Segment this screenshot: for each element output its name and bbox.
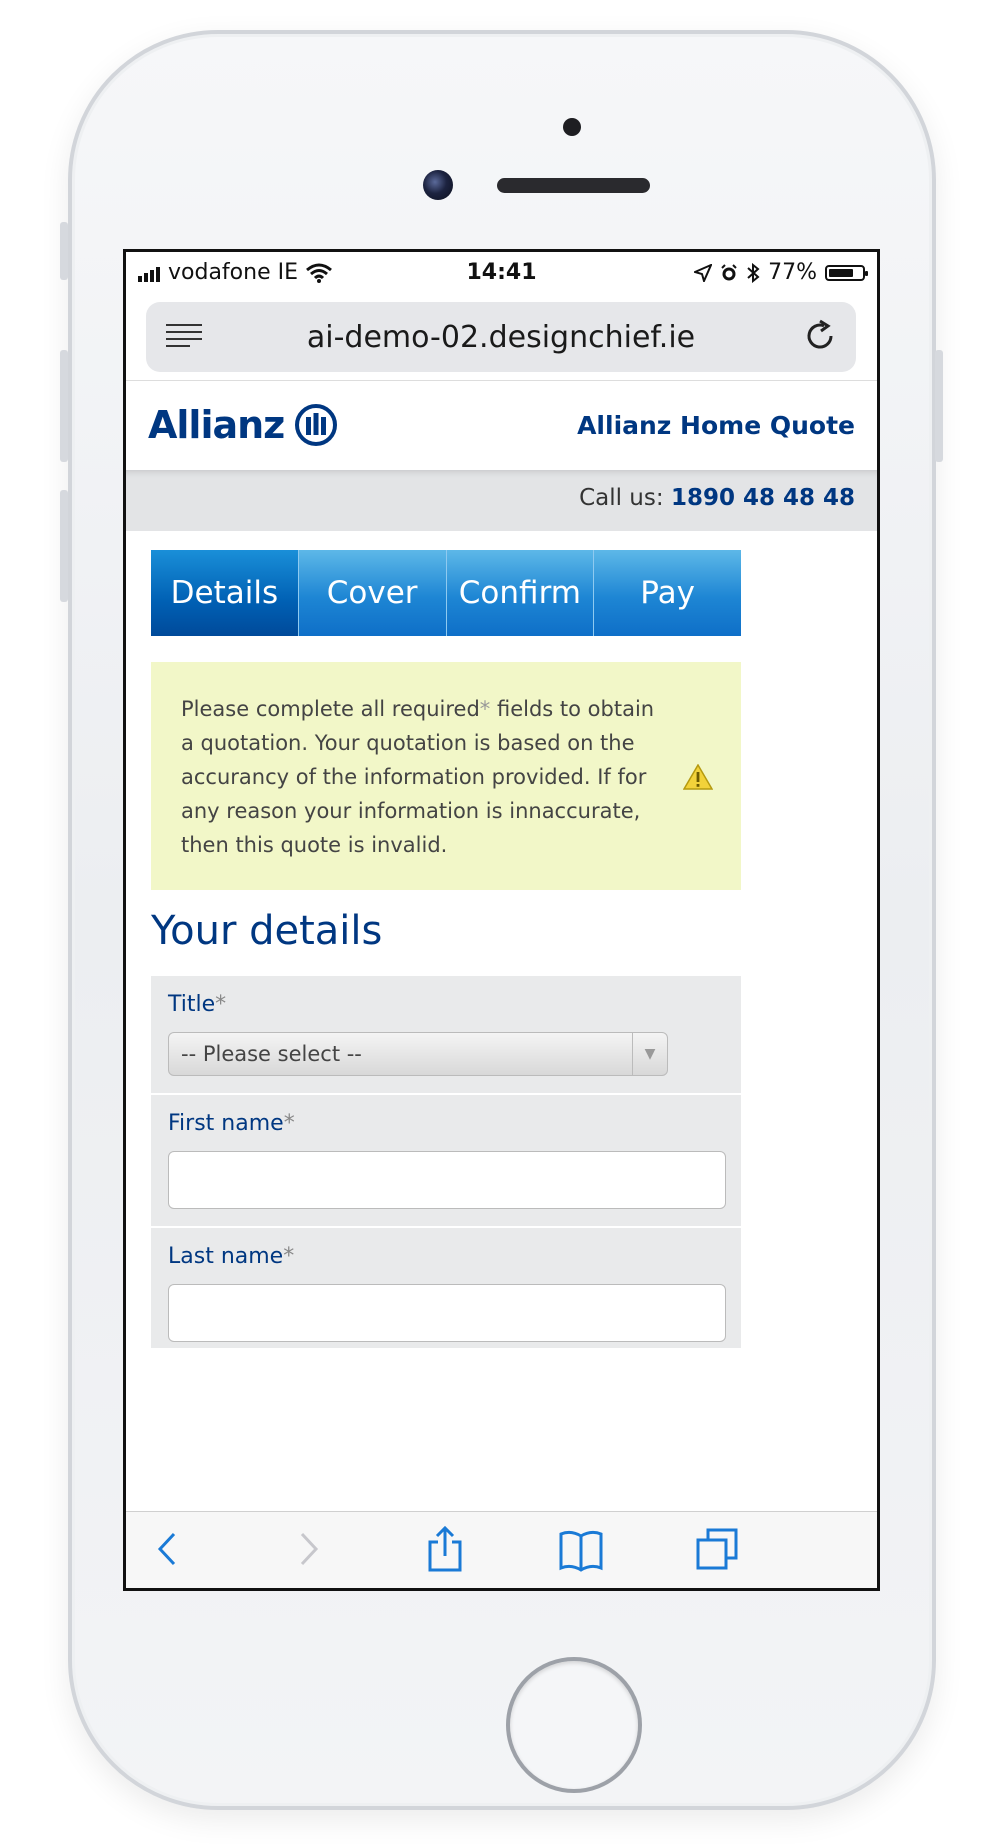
title-select-value: -- Please select -- xyxy=(181,1042,362,1066)
tab-confirm[interactable]: Confirm xyxy=(445,550,594,636)
call-label: Call us: xyxy=(579,485,664,511)
header-title: Allianz Home Quote xyxy=(577,411,855,440)
call-bar: Call us: 1890 48 48 48 xyxy=(126,470,877,531)
section-title: Your details xyxy=(151,908,383,954)
first-name-input[interactable] xyxy=(168,1151,726,1209)
site-header: Allianz Allianz Home Quote xyxy=(126,380,877,471)
first-name-label: First name* xyxy=(168,1111,295,1136)
battery-icon xyxy=(825,264,868,281)
power-button[interactable] xyxy=(935,350,943,462)
title-select[interactable]: -- Please select -- ▼ xyxy=(168,1032,668,1076)
forward-icon[interactable] xyxy=(284,1526,330,1572)
volume-down-button[interactable] xyxy=(60,490,68,602)
notice-text-a: Please complete all required xyxy=(181,697,480,721)
alarm-icon xyxy=(721,263,737,280)
warning-icon xyxy=(683,764,713,790)
phone-screen: vodafone IE 14:41 77% ai-demo-02.designc… xyxy=(123,249,880,1591)
mute-switch[interactable] xyxy=(60,222,68,280)
logo-text: Allianz xyxy=(148,403,285,447)
status-bar: vodafone IE 14:41 77% xyxy=(126,252,877,296)
first-name-field: First name* xyxy=(151,1095,741,1226)
tab-cover[interactable]: Cover xyxy=(297,550,446,636)
url-text[interactable]: ai-demo-02.designchief.ie xyxy=(146,320,856,355)
tab-pay[interactable]: Pay xyxy=(593,550,741,636)
battery-percent: 77% xyxy=(768,260,817,285)
back-icon[interactable] xyxy=(146,1526,192,1572)
info-notice: Please complete all required* fields to … xyxy=(151,662,741,890)
home-button[interactable] xyxy=(506,1657,642,1793)
sensor-dot xyxy=(563,118,581,136)
bookmarks-icon[interactable] xyxy=(558,1526,604,1572)
tabs-icon[interactable] xyxy=(694,1526,740,1572)
reload-icon[interactable] xyxy=(802,318,838,354)
address-bar[interactable]: ai-demo-02.designchief.ie xyxy=(146,302,856,372)
location-icon xyxy=(694,263,713,282)
last-name-field: Last name* xyxy=(151,1228,741,1348)
chevron-down-icon: ▼ xyxy=(632,1033,667,1075)
call-number-link[interactable]: 1890 48 48 48 xyxy=(671,485,855,511)
volume-up-button[interactable] xyxy=(60,350,68,462)
title-field: Title* -- Please select -- ▼ xyxy=(151,976,741,1093)
bluetooth-icon xyxy=(747,262,760,283)
notice-star: * xyxy=(479,697,491,721)
earpiece-speaker xyxy=(497,178,650,193)
last-name-input[interactable] xyxy=(168,1284,726,1342)
allianz-eagle-icon xyxy=(295,404,338,446)
notice-text-b: fields to obtain a quotation. Your quota… xyxy=(181,697,655,857)
allianz-logo[interactable]: Allianz xyxy=(148,403,338,447)
title-label: Title* xyxy=(168,992,227,1017)
front-camera xyxy=(423,170,453,200)
tab-details[interactable]: Details xyxy=(151,550,298,636)
share-icon[interactable] xyxy=(422,1526,468,1572)
progress-tabs: Details Cover Confirm Pay xyxy=(151,550,741,636)
last-name-label: Last name* xyxy=(168,1244,295,1269)
safari-toolbar xyxy=(126,1511,877,1588)
